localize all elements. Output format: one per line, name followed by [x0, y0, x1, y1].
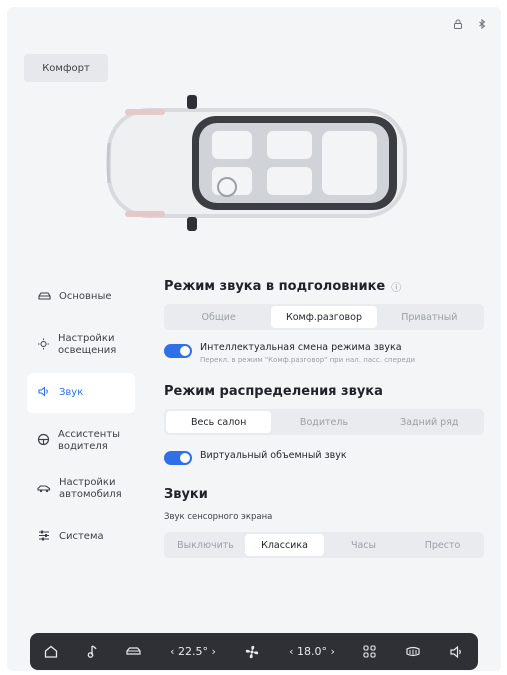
distribution-option-whole-cabin[interactable]: Весь салон [166, 411, 272, 433]
distribution-title: Режим распределения звука [164, 384, 383, 399]
bottom-dock: ‹ 22.5° › ‹ 18.0° › [30, 633, 478, 670]
steering-wheel-icon [37, 433, 50, 449]
smart-mode-title: Интеллектуальная смена режима звука [200, 342, 402, 353]
distribution-section-title: Режим распределения звука [164, 384, 484, 399]
volume-icon[interactable] [450, 645, 464, 658]
car-icon[interactable] [126, 646, 142, 657]
smart-mode-description: Перекл. в режим "Комф.разговор" при нал.… [200, 356, 416, 364]
sidebar-item-label: Ассистенты водителя [58, 429, 121, 452]
touch-sound-selector: Выключить Классика Часы Престо [164, 532, 484, 558]
car-outline-icon [37, 290, 51, 304]
temp-down-arrow[interactable]: ‹ [170, 645, 174, 658]
sounds-title: Звуки [164, 487, 208, 502]
toggle-knob [180, 346, 190, 356]
fan-icon[interactable] [244, 644, 260, 660]
virtual-surround-label: Виртуальный объемный звук [200, 450, 347, 461]
headrest-option-general[interactable]: Общие [166, 306, 271, 328]
sidebar-item-sound[interactable]: Звук [27, 373, 135, 413]
car-side-icon [37, 482, 51, 496]
smart-mode-switch-row: Интеллектуальная смена режима звука Пере… [164, 342, 484, 364]
temp-up-arrow[interactable]: › [211, 645, 215, 658]
home-icon[interactable] [44, 645, 58, 658]
virtual-surround-row: Виртуальный объемный звук [164, 449, 484, 465]
virtual-surround-toggle[interactable] [164, 451, 192, 465]
profile-label: Комфорт [42, 62, 90, 74]
info-icon[interactable]: ⓘ [391, 279, 401, 294]
touch-sound-label: Звук сенсорного экрана [164, 512, 273, 522]
settings-screen: Комфорт Основные Настройки освещения Зву… [7, 7, 501, 671]
passenger-temperature-control[interactable]: ‹ 18.0° › [289, 645, 335, 658]
headrest-option-comfort-talk[interactable]: Комф.разговор [271, 306, 377, 328]
sound-settings-panel: Режим звука в подголовнике ⓘ Общие Комф.… [164, 279, 484, 558]
sidebar-item-driver-assist[interactable]: Ассистенты водителя [27, 421, 135, 461]
music-icon[interactable] [87, 645, 98, 658]
distribution-option-driver[interactable]: Водитель [271, 411, 376, 433]
sidebar-item-label: Настройки освещения [58, 333, 117, 356]
bluetooth-icon[interactable] [477, 18, 487, 32]
driver-temperature-control[interactable]: ‹ 22.5° › [170, 645, 216, 658]
sidebar-item-label: Звук [59, 387, 84, 398]
temp-up-arrow[interactable]: › [330, 645, 334, 658]
distribution-option-rear-row[interactable]: Задний ряд [377, 411, 482, 433]
sliders-icon [37, 530, 51, 544]
sidebar-item-label: Основные [59, 291, 112, 302]
lamp-icon [37, 338, 50, 353]
car-top-view [106, 95, 407, 231]
headrest-option-private[interactable]: Приватный [377, 306, 482, 328]
touch-sound-option-clock[interactable]: Часы [324, 534, 403, 556]
touch-sound-option-classic[interactable]: Классика [245, 534, 324, 556]
sidebar-item-vehicle-settings[interactable]: Настройки автомобиля [27, 469, 135, 509]
passenger-temp-value: 18.0° [296, 645, 327, 658]
touch-sound-option-off[interactable]: Выключить [166, 534, 245, 556]
sidebar-item-system[interactable]: Система [27, 517, 135, 557]
smart-mode-toggle[interactable] [164, 344, 192, 358]
temp-down-arrow[interactable]: ‹ [289, 645, 293, 658]
top-status-icons [453, 18, 487, 32]
profile-button[interactable]: Комфорт [24, 54, 108, 82]
sidebar-item-basic[interactable]: Основные [27, 277, 135, 317]
touch-sound-option-presto[interactable]: Престо [403, 534, 482, 556]
driver-temp-value: 22.5° [177, 645, 208, 658]
rear-defrost-icon[interactable] [405, 646, 421, 658]
distribution-mode-selector: Весь салон Водитель Задний ряд [164, 409, 484, 435]
settings-sidebar: Основные Настройки освещения Звук Ассист… [27, 277, 135, 565]
sidebar-item-lighting[interactable]: Настройки освещения [27, 325, 135, 365]
speaker-icon [37, 386, 51, 400]
sidebar-item-label: Настройки автомобиля [59, 477, 122, 500]
apps-grid-icon[interactable] [363, 645, 377, 658]
headrest-mode-selector: Общие Комф.разговор Приватный [164, 304, 484, 330]
lock-icon[interactable] [453, 19, 463, 32]
sounds-section-title: Звуки [164, 487, 484, 502]
toggle-knob [180, 453, 190, 463]
headrest-title: Режим звука в подголовнике [164, 279, 386, 294]
sidebar-item-label: Система [59, 531, 104, 542]
headrest-section-title: Режим звука в подголовнике ⓘ [164, 279, 484, 294]
